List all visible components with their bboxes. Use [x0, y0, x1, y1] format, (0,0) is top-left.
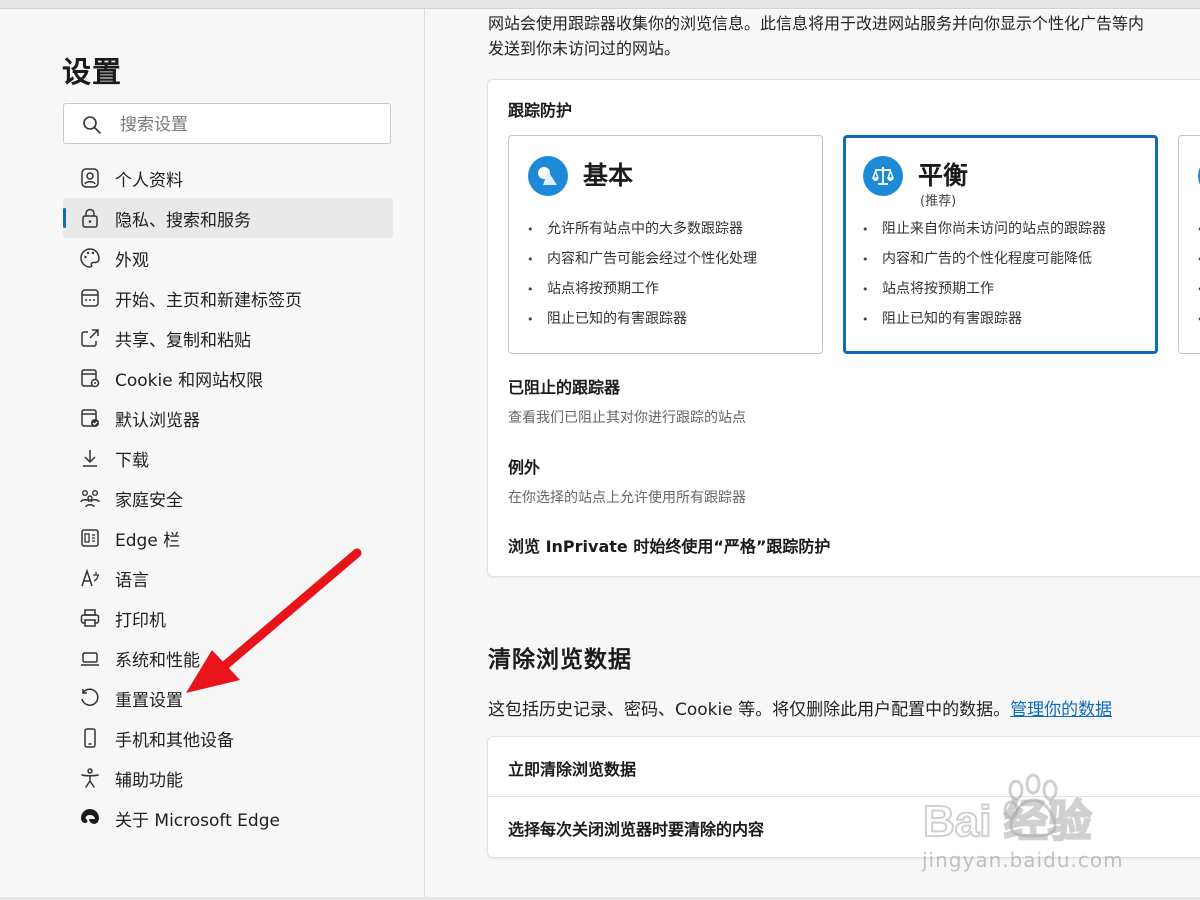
sidebar-item-phone[interactable]: 手机和其他设备	[63, 718, 393, 758]
baidu-watermark-url: jingyan.baidu.com	[922, 848, 1124, 872]
sidebar-item-label: 共享、复制和粘贴	[115, 330, 251, 351]
clear-on-close-label: 选择每次关闭浏览器时要清除的内容	[508, 820, 765, 839]
clear-browsing-data-desc: 这包括历史记录、密码、Cookie 等。将仅删除此用户配置中的数据。管理你的数据	[488, 700, 1113, 720]
palette-icon	[78, 246, 102, 270]
window-top-bar	[0, 0, 1200, 9]
sidebar-item-label: 开始、主页和新建标签页	[115, 290, 302, 311]
download-icon	[78, 446, 102, 470]
manage-data-link[interactable]: 管理你的数据	[1010, 700, 1112, 720]
settings-content: 网站会使用跟踪器收集你的浏览信息。此信息将用于改进网站服务并向你显示个性化广告等…	[425, 9, 1200, 900]
clear-now-label: 立即清除浏览数据	[508, 760, 637, 779]
sidebar-item-label: 外观	[115, 250, 149, 271]
sidebar-item-label: Cookie 和网站权限	[115, 370, 264, 391]
settings-sidebar: 设置 个人资料 隐私、搜索和服务 外观	[0, 9, 425, 900]
sidebar-item-label: 重置设置	[115, 690, 183, 711]
sidebar-item-about[interactable]: 关于 Microsoft Edge	[63, 798, 393, 838]
sidebar-item-cookies[interactable]: Cookie 和网站权限	[63, 358, 393, 398]
level-bullet: • 内容和广告的个性化程度可能降低	[862, 251, 1092, 267]
level-bullets: • 允许所有站点中的大多数跟踪器 • 内容和广告可能会经过个性化处理 • 站点将按预期…	[527, 214, 757, 334]
search-icon	[83, 116, 101, 134]
tracking-intro: 网站会使用跟踪器收集你的浏览信息。此信息将用于改进网站服务并向你显示个性化广告等…	[488, 11, 1200, 61]
level-recommended-label: (推荐)	[920, 194, 957, 209]
level-name: 基本	[583, 161, 634, 190]
tracking-intro-line: 发送到你未访问过的网站。	[488, 39, 681, 58]
sidebar-item-label: 隐私、搜索和服务	[115, 210, 251, 231]
level-bullet: • 站点将按预期工作	[527, 281, 659, 297]
reset-icon	[78, 686, 102, 710]
phone-icon	[78, 726, 102, 750]
sidebar-item-label: 个人资料	[115, 170, 183, 191]
level-name: 平衡	[918, 161, 969, 190]
sidebar-item-label: 辅助功能	[115, 770, 183, 791]
level-bullet: • 阻止已知的有害跟踪器	[527, 311, 687, 327]
level-bullet: • 阻止来自你尚未访问的站点的跟踪器	[862, 221, 1106, 237]
sidebar-item-language[interactable]: 语言	[63, 558, 393, 598]
lock-icon	[78, 206, 102, 230]
basic-shapes-icon	[528, 156, 568, 196]
level-bullets: • 阻止来自你尚未访问的站点的跟踪器 • 内容和广告的个性化程度可能降低 • 站点将按…	[862, 214, 1106, 334]
language-icon	[78, 566, 102, 590]
profile-icon	[78, 166, 102, 190]
home-tabs-icon	[78, 286, 102, 310]
sidebar-item-appearance[interactable]: 外观	[63, 238, 393, 278]
sidebar-item-label: 默认浏览器	[115, 410, 200, 431]
tracking-level-basic[interactable]: 基本 • 允许所有站点中的大多数跟踪器 • 内容和广告可能会经过个性化处理 • 站点将…	[508, 135, 823, 354]
sidebar-item-label: 家庭安全	[115, 490, 183, 511]
sidebar-item-label: 语言	[115, 570, 149, 591]
sidebar-item-default-browser[interactable]: 默认浏览器	[63, 398, 393, 438]
sidebar-item-label: 打印机	[115, 610, 166, 631]
printer-icon	[78, 606, 102, 630]
baidu-watermark-text: Bai 经验	[923, 797, 1092, 846]
page-title: 设置	[62, 55, 123, 89]
level-bullet: • 允许所有站点中的大多数跟踪器	[527, 221, 743, 237]
edge-bar-icon	[78, 526, 102, 550]
sidebar-item-label: 手机和其他设备	[115, 730, 234, 751]
sidebar-item-privacy[interactable]: 隐私、搜索和服务	[63, 198, 393, 238]
sidebar-item-system[interactable]: 系统和性能	[63, 638, 393, 678]
sidebar-item-reset[interactable]: 重置设置	[63, 678, 393, 718]
family-icon	[78, 486, 102, 510]
accessibility-icon	[78, 766, 102, 790]
settings-nav: 个人资料 隐私、搜索和服务 外观 开始、主页和新建标签页 共享、复制和粘贴 Co…	[63, 158, 393, 838]
sidebar-item-printers[interactable]: 打印机	[63, 598, 393, 638]
balance-scale-icon	[863, 156, 903, 196]
search-input[interactable]	[118, 112, 382, 138]
cookie-permissions-icon	[78, 366, 102, 390]
share-icon	[78, 326, 102, 350]
exceptions-title[interactable]: 例外	[508, 454, 540, 478]
level-bullet: • 站点将按预期工作	[862, 281, 994, 297]
system-icon	[78, 646, 102, 670]
sidebar-item-start-home[interactable]: 开始、主页和新建标签页	[63, 278, 393, 318]
sidebar-item-family[interactable]: 家庭安全	[63, 478, 393, 518]
blocked-trackers-title[interactable]: 已阻止的跟踪器	[508, 374, 620, 398]
sidebar-item-label: 下载	[115, 450, 149, 471]
tracking-level-strict[interactable]: • • • •	[1178, 135, 1200, 354]
sidebar-item-profile[interactable]: 个人资料	[63, 158, 393, 198]
sidebar-item-accessibility[interactable]: 辅助功能	[63, 758, 393, 798]
default-browser-icon	[78, 406, 102, 430]
baidu-watermark-logo: Bai 经验	[922, 773, 1093, 847]
exceptions-desc: 在你选择的站点上允许使用所有跟踪器	[508, 490, 746, 506]
sidebar-item-downloads[interactable]: 下载	[63, 438, 393, 478]
tracking-prevention-card: 跟踪防护 基本 • 允许所有站点中的大多数跟踪器 • 内容和广告可能会经过个性化处理…	[487, 79, 1200, 577]
tracking-prevention-title: 跟踪防护	[508, 101, 573, 120]
level-bullet: • 阻止已知的有害跟踪器	[862, 311, 1022, 327]
tracking-intro-line: 网站会使用跟踪器收集你的浏览信息。此信息将用于改进网站服务并向你显示个性化广告等…	[488, 14, 1145, 33]
sidebar-item-share[interactable]: 共享、复制和粘贴	[63, 318, 393, 358]
sidebar-item-edge-bar[interactable]: Edge 栏	[63, 518, 393, 558]
blocked-trackers-desc: 查看我们已阻止其对你进行跟踪的站点	[508, 410, 746, 426]
search-box[interactable]	[63, 103, 391, 144]
sidebar-item-label: 关于 Microsoft Edge	[115, 810, 280, 831]
inprivate-strict-setting[interactable]: 浏览 InPrivate 时始终使用“严格”跟踪防护	[508, 533, 830, 557]
level-bullet: • 内容和广告可能会经过个性化处理	[527, 251, 757, 267]
tracking-level-balanced[interactable]: 平衡 (推荐) • 阻止来自你尚未访问的站点的跟踪器 • 内容和广告的个性化程度可能…	[843, 135, 1158, 354]
sidebar-item-label: 系统和性能	[115, 650, 200, 671]
sidebar-item-label: Edge 栏	[115, 530, 181, 551]
edge-logo-icon	[78, 806, 102, 830]
clear-browsing-data-title: 清除浏览数据	[488, 647, 632, 673]
